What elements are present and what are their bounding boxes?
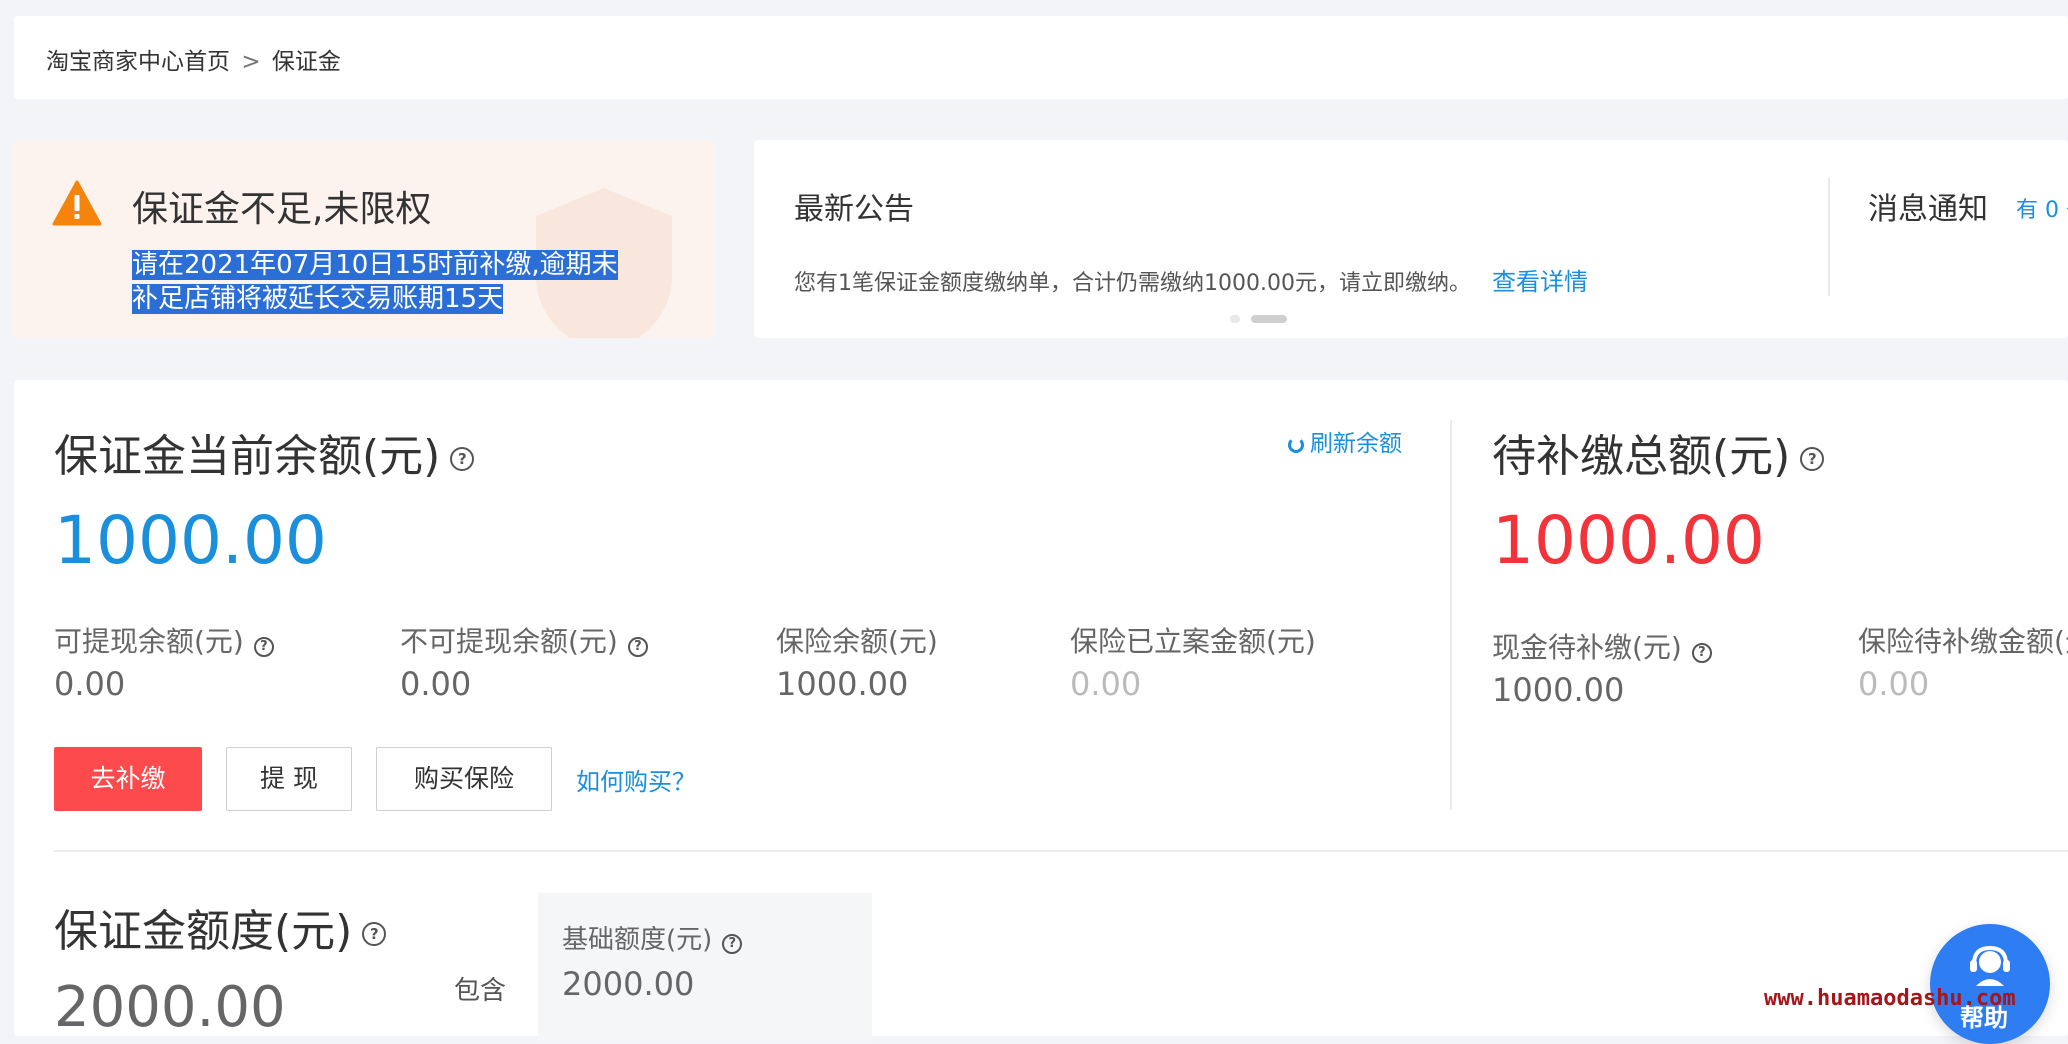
insurance-filed-label: 保险已立案金额(元) xyxy=(1070,625,1316,658)
balance-title-text: 保证金当前余额(元) xyxy=(54,431,441,482)
balance-amount: 1000.00 xyxy=(54,502,327,579)
pending-amount: 1000.00 xyxy=(1492,502,1765,579)
balance-title: 保证金当前余额(元)? xyxy=(54,420,475,484)
pay-now-button[interactable]: 去补缴 xyxy=(54,747,202,811)
how-to-buy-link[interactable]: 如何购买？ xyxy=(576,762,696,797)
breadcrumb: 淘宝商家中心首页 > 保证金 xyxy=(46,42,341,76)
insurance-filed-value: 0.00 xyxy=(1070,665,1142,703)
withdrawable-label-text: 可提现余额(元) xyxy=(54,625,244,658)
insurance-pending-value: 0.00 xyxy=(1858,665,1930,703)
insurance-balance-value: 1000.00 xyxy=(776,665,909,703)
notice-detail-link[interactable]: 查看详情 xyxy=(1492,268,1588,296)
alert-line-1: 请在2021年07月10日15时前补缴,逾期未 xyxy=(132,250,618,280)
help-float-button[interactable]: 帮助 xyxy=(1930,924,2050,1044)
carousel-dot-1[interactable] xyxy=(1230,315,1240,323)
refresh-label: 刷新余额 xyxy=(1310,431,1402,457)
warning-icon xyxy=(52,180,102,226)
alert-line-2: 补足店铺将被延长交易账期15天 xyxy=(132,284,504,314)
customer-service-icon xyxy=(1970,946,2010,986)
site-watermark: www.huamaodashu.com xyxy=(1764,986,2016,1011)
help-question-icon[interactable]: ? xyxy=(627,636,648,657)
quota-title-text: 保证金额度(元) xyxy=(54,906,353,957)
pending-title: 待补缴总额(元)? xyxy=(1492,420,1825,484)
non-withdrawable-label: 不可提现余额(元)? xyxy=(400,620,648,660)
breadcrumb-home-link[interactable]: 淘宝商家中心首页 xyxy=(46,49,230,75)
pending-title-text: 待补缴总额(元) xyxy=(1492,431,1791,482)
alert-title: 保证金不足,未限权 xyxy=(132,189,432,230)
quota-title: 保证金额度(元)? xyxy=(54,895,387,959)
help-question-icon[interactable]: ? xyxy=(1691,642,1712,663)
help-question-icon[interactable]: ? xyxy=(1800,447,1825,471)
deposit-alert-card: 保证金不足,未限权 请在2021年07月10日15时前补缴,逾期未 补足店铺将被… xyxy=(14,140,714,338)
non-withdrawable-value: 0.00 xyxy=(400,665,472,703)
notice-card: 最新公告 您有1笔保证金额度缴纳单，合计仍需缴纳1000.00元，请立即缴纳。 … xyxy=(754,140,2068,338)
help-question-icon[interactable]: ? xyxy=(362,922,387,946)
horizontal-divider xyxy=(54,850,2068,852)
notice-text: 您有1笔保证金额度缴纳单，合计仍需缴纳1000.00元，请立即缴纳。 xyxy=(794,271,1471,296)
breadcrumb-current: 保证金 xyxy=(271,49,341,75)
refresh-balance-link[interactable]: 刷新余额 xyxy=(1288,424,1402,458)
base-quota-label: 基础额度(元)? xyxy=(562,919,743,956)
breadcrumb-separator: > xyxy=(241,49,261,75)
withdraw-button[interactable]: 提 现 xyxy=(226,747,352,811)
carousel-dot-2[interactable] xyxy=(1251,315,1288,323)
quota-amount: 2000.00 xyxy=(54,975,286,1040)
help-question-icon[interactable]: ? xyxy=(450,447,475,471)
withdrawable-value: 0.00 xyxy=(54,665,126,703)
insurance-pending-label: 保险待补缴金额(元) xyxy=(1858,625,2068,658)
non-withdrawable-label-text: 不可提现余额(元) xyxy=(400,625,618,658)
quota-contains-label: 包含 xyxy=(454,976,507,1006)
notice-divider xyxy=(1828,178,1830,296)
section-divider xyxy=(1450,420,1452,810)
messages-count-link[interactable]: 有 0 条 xyxy=(2016,192,2068,224)
base-quota-box: 基础额度(元)? 2000.00 xyxy=(538,893,872,1043)
cash-pending-value: 1000.00 xyxy=(1492,671,1625,709)
insurance-balance-label: 保险余额(元) xyxy=(776,625,938,658)
balance-panel: 保证金当前余额(元)? 刷新余额 1000.00 可提现余额(元)? 0.00 … xyxy=(14,380,2068,1043)
carousel-indicators xyxy=(1230,308,1288,327)
help-question-icon[interactable]: ? xyxy=(722,933,743,954)
breadcrumb-bar: 淘宝商家中心首页 > 保证金 xyxy=(14,16,2068,99)
cash-pending-label: 现金待补缴(元)? xyxy=(1492,626,1712,666)
base-quota-label-text: 基础额度(元) xyxy=(562,925,713,955)
help-question-icon[interactable]: ? xyxy=(253,636,274,657)
alert-message: 请在2021年07月10日15时前补缴,逾期未 补足店铺将被延长交易账期15天 xyxy=(132,248,618,316)
refresh-icon xyxy=(1288,436,1304,453)
buy-insurance-button[interactable]: 购买保险 xyxy=(376,747,552,811)
notice-title: 最新公告 xyxy=(794,192,914,227)
base-quota-value: 2000.00 xyxy=(562,965,695,1003)
messages-title: 消息通知 xyxy=(1868,192,1988,227)
notice-content: 您有1笔保证金额度缴纳单，合计仍需缴纳1000.00元，请立即缴纳。 查看详情 xyxy=(794,262,1588,297)
cash-pending-label-text: 现金待补缴(元) xyxy=(1492,631,1682,664)
withdrawable-label: 可提现余额(元)? xyxy=(54,620,274,660)
